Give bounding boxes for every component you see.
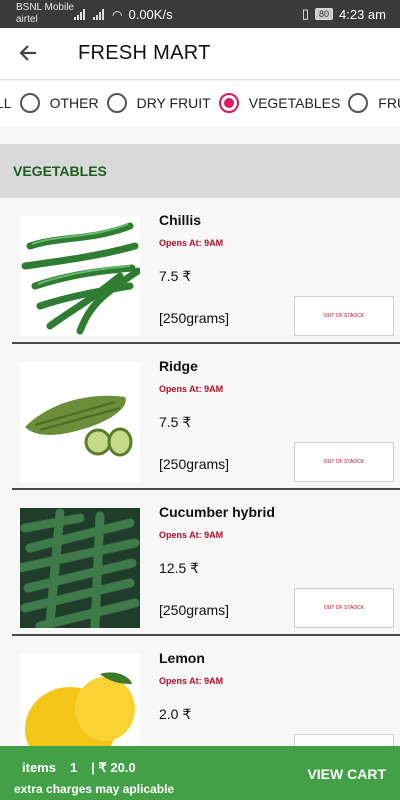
cart-summary: items 1 | ₹ 20.0 bbox=[22, 760, 136, 776]
filter-label-vegetables[interactable]: VEGETABLES bbox=[249, 95, 341, 111]
filter-label-ll[interactable]: LL bbox=[0, 95, 12, 111]
items-count: 1 bbox=[69, 760, 78, 775]
carrier-names: BSNL Mobile airtel bbox=[16, 2, 74, 26]
product-list: Chillis Opens At: 9AM 7.5 ₹ [250grams] O… bbox=[0, 198, 400, 782]
opens-at: Opens At: 9AM bbox=[159, 676, 224, 686]
product-item[interactable]: Chillis Opens At: 9AM 7.5 ₹ [250grams] O… bbox=[12, 198, 400, 344]
wifi-icon: ◠ bbox=[112, 7, 123, 22]
status-bar: BSNL Mobile airtel ◠ 0.00K/s ▯ 80 4:23 a… bbox=[0, 0, 400, 28]
product-price: 12.5 ₹ bbox=[159, 560, 200, 576]
cart-total: | ₹ 20.0 bbox=[91, 760, 136, 775]
status-right: ▯ 80 4:23 am bbox=[302, 6, 386, 22]
product-price: 7.5 ₹ bbox=[159, 414, 192, 430]
product-name: Ridge bbox=[159, 358, 198, 374]
product-price: 2.0 ₹ bbox=[159, 706, 192, 722]
product-name: Lemon bbox=[159, 650, 205, 666]
battery-icon: 80 bbox=[315, 8, 334, 20]
product-quantity: [250grams] bbox=[159, 310, 230, 326]
opens-at: Opens At: 9AM bbox=[159, 384, 224, 394]
opens-at: Opens At: 9AM bbox=[159, 238, 224, 248]
filter-label-other[interactable]: OTHER bbox=[50, 95, 99, 111]
out-of-stock-button[interactable]: OUT OF STAOCK bbox=[294, 296, 394, 336]
cart-bar[interactable]: items 1 | ₹ 20.0 extra charges may aplic… bbox=[0, 746, 400, 800]
product-name: Chillis bbox=[159, 212, 202, 228]
out-of-stock-button[interactable]: OUT OF STAOCK bbox=[294, 442, 394, 482]
vibrate-icon: ▯ bbox=[301, 6, 309, 21]
product-image-cucumber bbox=[20, 508, 140, 628]
product-quantity: [250grams] bbox=[159, 456, 230, 472]
back-arrow-icon[interactable] bbox=[16, 40, 44, 68]
view-cart-button[interactable]: VIEW CART bbox=[307, 766, 386, 782]
out-of-stock-button[interactable]: OUT OF STAOCK bbox=[294, 588, 394, 628]
signal-icon bbox=[74, 9, 87, 20]
product-image-chillis bbox=[20, 216, 140, 336]
category-filter: LL OTHER DRY FRUIT VEGETABLES FRUITS bbox=[0, 82, 400, 126]
page-title: FRESH MART bbox=[78, 42, 211, 64]
radio-fruits[interactable] bbox=[348, 93, 369, 113]
product-item[interactable]: Ridge Opens At: 9AM 7.5 ₹ [250grams] OUT… bbox=[12, 344, 400, 490]
radio-other[interactable] bbox=[19, 93, 40, 113]
signal-icon bbox=[93, 9, 106, 20]
filter-label-dry-fruit[interactable]: DRY FRUIT bbox=[137, 95, 211, 111]
section-header: VEGETABLES bbox=[0, 144, 400, 198]
clock: 4:23 am bbox=[339, 6, 386, 22]
carrier-2: airtel bbox=[16, 14, 38, 25]
product-price: 7.5 ₹ bbox=[159, 268, 192, 284]
network-speed: 0.00K/s bbox=[128, 7, 173, 22]
product-quantity: [250grams] bbox=[159, 602, 230, 618]
opens-at: Opens At: 9AM bbox=[159, 530, 224, 540]
product-image-ridge bbox=[20, 362, 140, 482]
category-filter-track: LL OTHER DRY FRUIT VEGETABLES FRUITS bbox=[0, 93, 400, 113]
filter-label-fruits[interactable]: FRUITS bbox=[378, 95, 400, 111]
signal-group: ◠ 0.00K/s bbox=[74, 7, 173, 22]
items-label: items bbox=[22, 760, 56, 775]
section-title: VEGETABLES bbox=[13, 163, 107, 179]
radio-vegetables[interactable] bbox=[218, 93, 239, 113]
charges-note: extra charges may aplicable bbox=[14, 782, 175, 796]
carrier-1: BSNL Mobile bbox=[16, 2, 74, 13]
product-item[interactable]: Cucumber hybrid Opens At: 9AM 12.5 ₹ [25… bbox=[12, 490, 400, 636]
product-name: Cucumber hybrid bbox=[159, 504, 275, 520]
radio-dry-fruit[interactable] bbox=[106, 93, 127, 113]
app-bar: FRESH MART bbox=[0, 28, 400, 80]
